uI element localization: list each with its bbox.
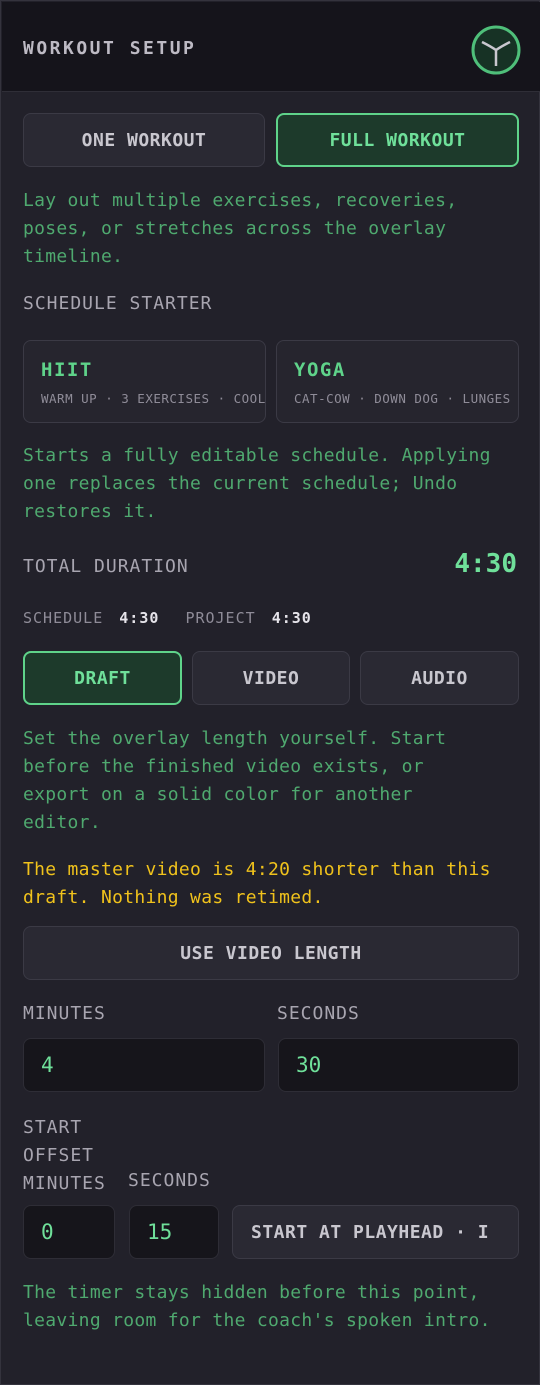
tab-draft[interactable]: DRAFT [23, 651, 182, 705]
duration-breakdown: SCHEDULE 4:30 PROJECT 4:30 [23, 609, 312, 627]
total-duration-label: TOTAL DURATION [23, 556, 189, 577]
starter-card-subtitle: CAT-COW · DOWN DOG · LUNGES [294, 391, 511, 406]
start-offset-label: START OFFSET MINUTES [23, 1114, 106, 1198]
length-seconds-input[interactable]: 30 [278, 1038, 519, 1092]
schedule-label: SCHEDULE [23, 609, 104, 627]
starter-card-subtitle: WARM UP · 3 EXERCISES · COOL DOWN [41, 391, 266, 406]
tab-full-workout[interactable]: FULL WORKOUT [276, 113, 519, 167]
project-label: PROJECT [185, 609, 256, 627]
start-at-playhead-button[interactable]: START AT PLAYHEAD · I [232, 1205, 519, 1259]
mode-description: Lay out multiple exercises, recoveries, … [23, 190, 458, 267]
length-mismatch-warning: The master video is 4:20 shorter than th… [23, 859, 491, 908]
minutes-label: MINUTES [23, 1003, 106, 1024]
starter-note: Starts a fully editable schedule. Applyi… [23, 445, 491, 522]
total-duration-value: 4:30 [454, 549, 517, 579]
source-description: Set the overlay length yourself. Start b… [23, 728, 447, 833]
tab-audio[interactable]: AUDIO [360, 651, 519, 705]
offset-minutes-label: MINUTES [23, 1173, 106, 1194]
starter-card-yoga[interactable]: YOGA CAT-COW · DOWN DOG · LUNGES [276, 340, 519, 423]
length-minutes-input[interactable]: 4 [23, 1038, 265, 1092]
starter-card-title: YOGA [294, 359, 346, 381]
start-offset-label-line2: OFFSET [23, 1145, 95, 1166]
seconds-label: SECONDS [277, 1003, 360, 1024]
starter-card-hiit[interactable]: HIIT WARM UP · 3 EXERCISES · COOL DOWN [23, 340, 266, 423]
offset-seconds-label: SECONDS [128, 1170, 211, 1191]
offset-minutes-input[interactable]: 0 [23, 1205, 115, 1259]
use-video-length-button[interactable]: USE VIDEO LENGTH [23, 926, 519, 980]
panel-title: WORKOUT SETUP [23, 38, 197, 59]
start-offset-note: The timer stays hidden before this point… [23, 1282, 491, 1331]
workout-setup-panel: WORKOUT SETUP ONE WORKOUT FULL WORKOUT L… [0, 0, 540, 1385]
y-shape-logo-icon[interactable] [470, 24, 522, 76]
start-offset-label-line1: START [23, 1117, 83, 1138]
panel-header: WORKOUT SETUP [2, 2, 540, 92]
schedule-value: 4:30 [119, 609, 160, 627]
starter-card-title: HIIT [41, 359, 93, 381]
schedule-starter-label: SCHEDULE STARTER [23, 293, 213, 314]
tab-one-workout[interactable]: ONE WORKOUT [23, 113, 265, 167]
project-value: 4:30 [271, 609, 312, 627]
offset-seconds-input[interactable]: 15 [129, 1205, 219, 1259]
tab-video[interactable]: VIDEO [192, 651, 350, 705]
